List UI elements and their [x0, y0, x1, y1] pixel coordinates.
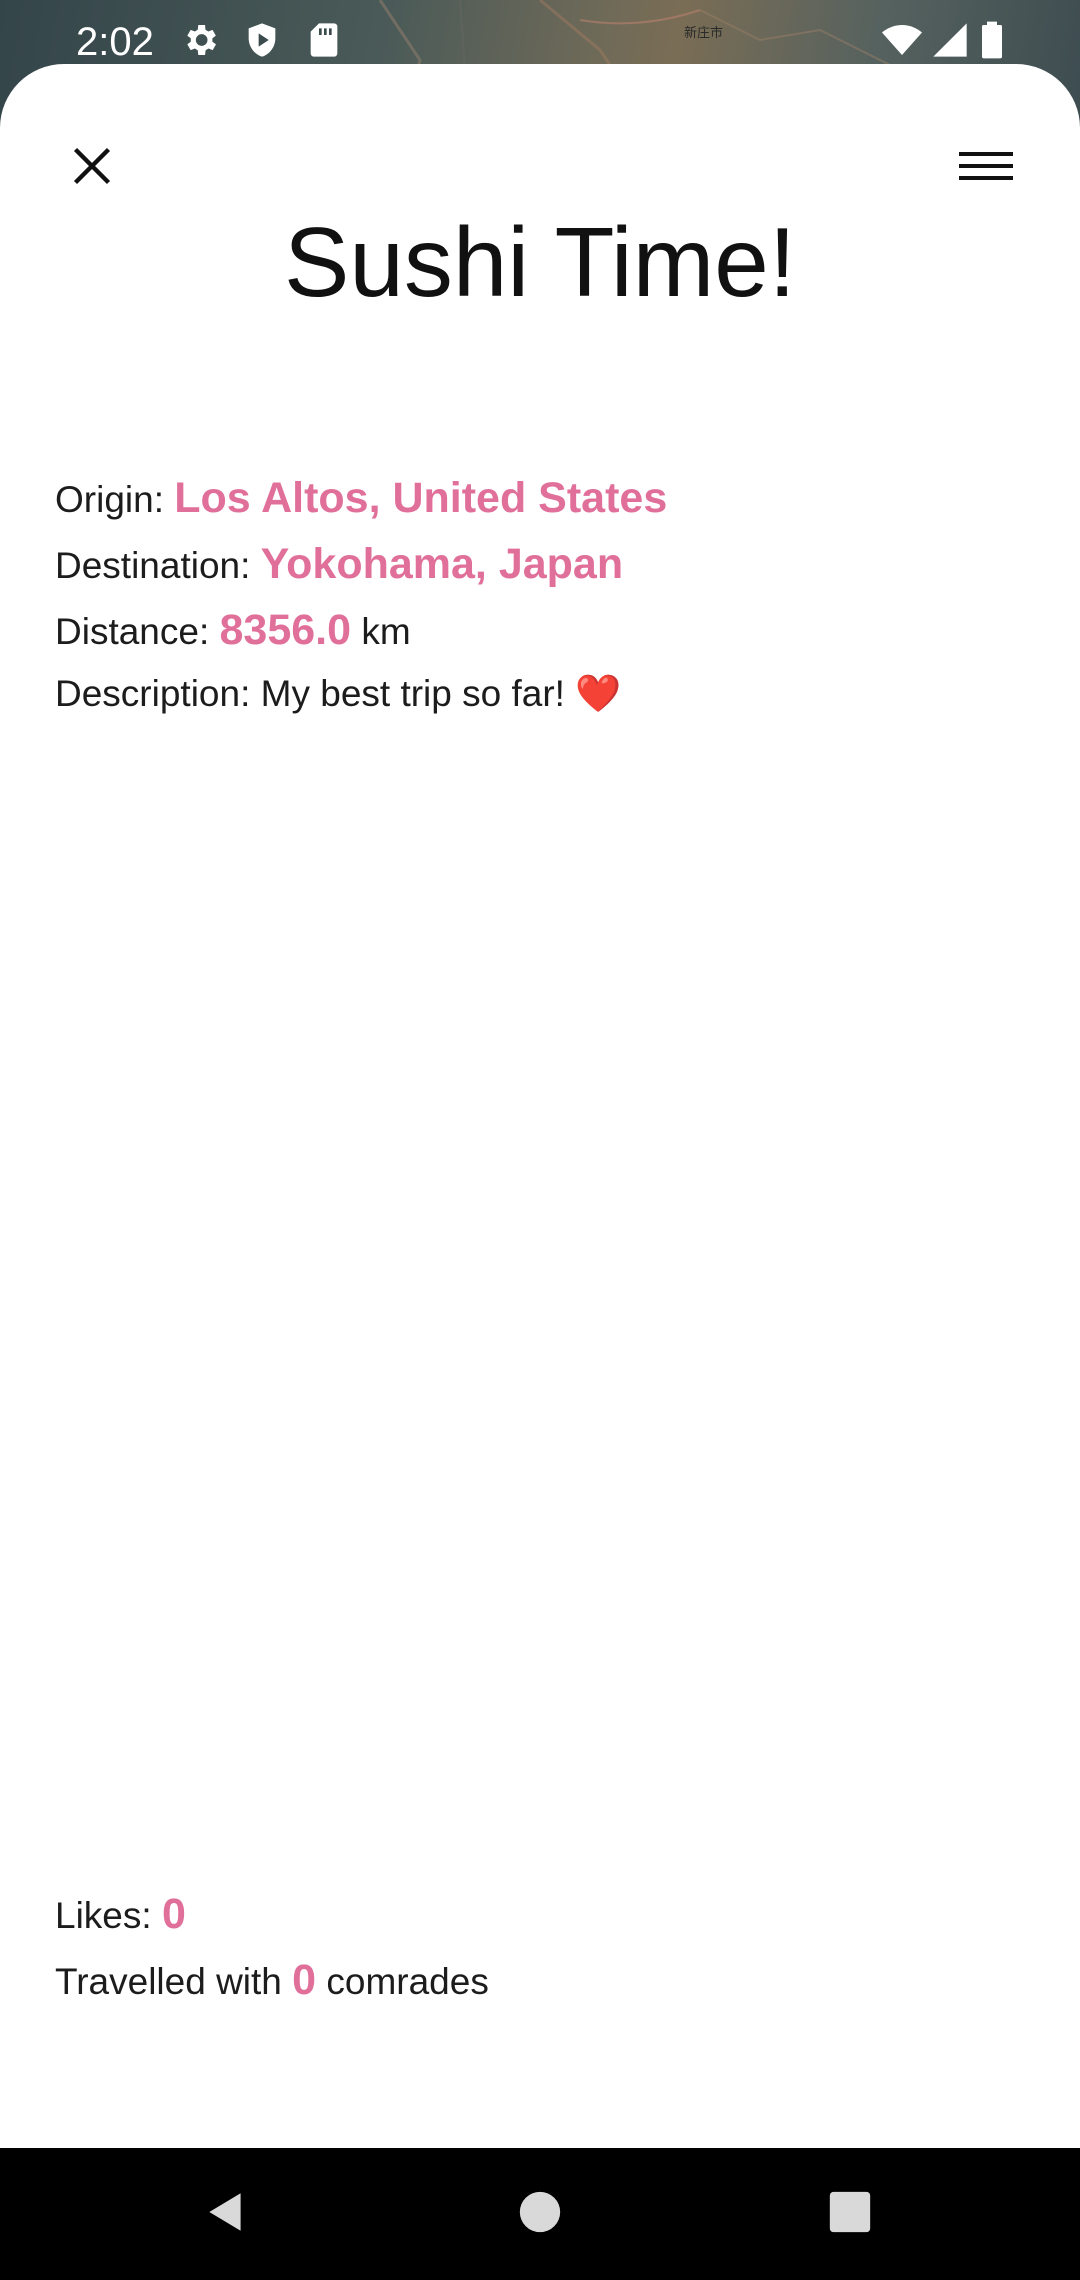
origin-row: Origin: Los Altos, United States [55, 476, 667, 522]
sd-card-icon [304, 20, 344, 60]
home-button[interactable] [510, 2184, 570, 2244]
close-button[interactable] [60, 136, 124, 200]
likes-count: 0 [161, 1890, 186, 1938]
comrades-prefix: Travelled with [55, 1961, 282, 2002]
comrades-count: 0 [292, 1956, 317, 2004]
signal-icon [930, 20, 970, 60]
comrades-row: Travelled with 0 comrades [55, 1958, 489, 2004]
menu-button[interactable] [954, 136, 1018, 200]
destination-row: Destination: Yokohama, Japan [55, 542, 623, 588]
back-button[interactable] [196, 2184, 256, 2244]
status-time: 2:02 [76, 20, 154, 64]
comrades-suffix: comrades [326, 1961, 489, 2002]
description-value: My best trip so far! ❤️ [260, 673, 622, 714]
hamburger-menu-icon [959, 146, 1013, 191]
likes-label: Likes: [55, 1895, 152, 1936]
distance-label: Distance: [55, 611, 210, 652]
gear-icon [180, 20, 220, 60]
description-row: Description: My best trip so far! ❤️ [55, 672, 621, 716]
navigation-bar [0, 2148, 1080, 2280]
destination-label: Destination: [55, 545, 251, 586]
status-bar: 2:02 [0, 0, 1080, 84]
wifi-icon [880, 20, 924, 60]
battery-icon [976, 20, 1008, 60]
distance-value: 8356.0 [219, 606, 352, 654]
distance-row: Distance: 8356.0 km [55, 608, 411, 654]
trip-detail-sheet: Sushi Time! Origin: Los Altos, United St… [0, 64, 1080, 2148]
description-label: Description: [55, 673, 251, 714]
shield-play-icon [242, 20, 282, 60]
distance-unit: km [361, 611, 411, 652]
likes-row: Likes: 0 [55, 1892, 186, 1938]
back-icon [201, 2187, 251, 2242]
recents-button[interactable] [820, 2184, 880, 2244]
close-icon [70, 144, 114, 193]
origin-label: Origin: [55, 479, 164, 520]
recents-icon [828, 2190, 872, 2239]
origin-value: Los Altos, United States [174, 474, 668, 522]
destination-value: Yokohama, Japan [260, 540, 624, 588]
page-title: Sushi Time! [284, 207, 796, 317]
home-icon [518, 2190, 562, 2239]
